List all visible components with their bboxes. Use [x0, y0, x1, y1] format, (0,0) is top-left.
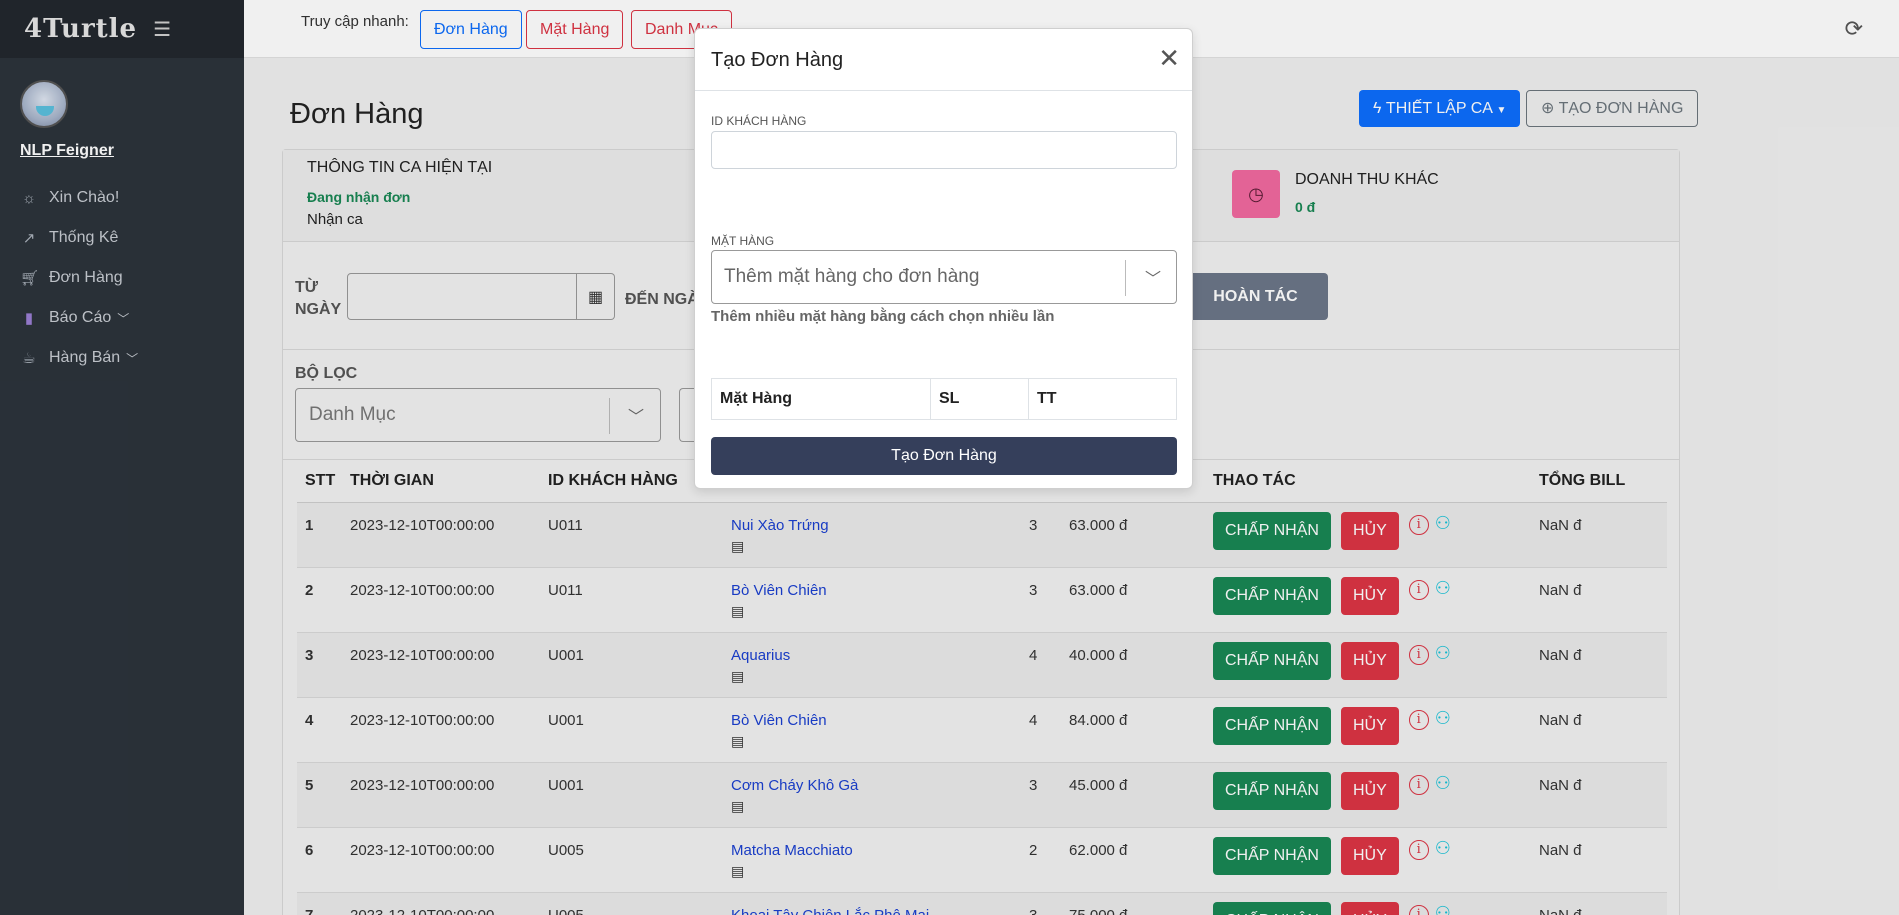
items-header-qty: SL [930, 378, 1029, 420]
items-table-header-row: Mặt Hàng SL TT [711, 378, 1177, 420]
close-icon[interactable]: ✕ [1158, 43, 1180, 73]
items-label: MẶT HÀNG [711, 234, 775, 248]
modal-title: Tạo Đơn Hàng [711, 49, 844, 71]
create-order-modal: Tạo Đơn Hàng ✕ ID KHÁCH HÀNG MẶT HÀNG Th… [694, 28, 1193, 489]
submit-order-button[interactable]: Tạo Đơn Hàng [711, 437, 1177, 475]
items-header-total: TT [1028, 378, 1177, 420]
select-separator [1125, 260, 1126, 296]
items-help-text: Thêm nhiều mặt hàng bằng cách chọn nhiều… [711, 308, 1055, 325]
customer-id-label: ID KHÁCH HÀNG [711, 114, 807, 128]
selected-items-table: Mặt Hàng SL TT [711, 378, 1177, 420]
modal-header: Tạo Đơn Hàng ✕ [695, 29, 1192, 91]
chevron-down-icon[interactable]: ﹀ [1145, 265, 1161, 289]
items-header-name: Mặt Hàng [711, 378, 931, 420]
customer-id-input[interactable] [711, 131, 1177, 169]
items-select[interactable]: Thêm mặt hàng cho đơn hàng ﹀ [711, 250, 1177, 304]
items-placeholder: Thêm mặt hàng cho đơn hàng [724, 266, 980, 287]
